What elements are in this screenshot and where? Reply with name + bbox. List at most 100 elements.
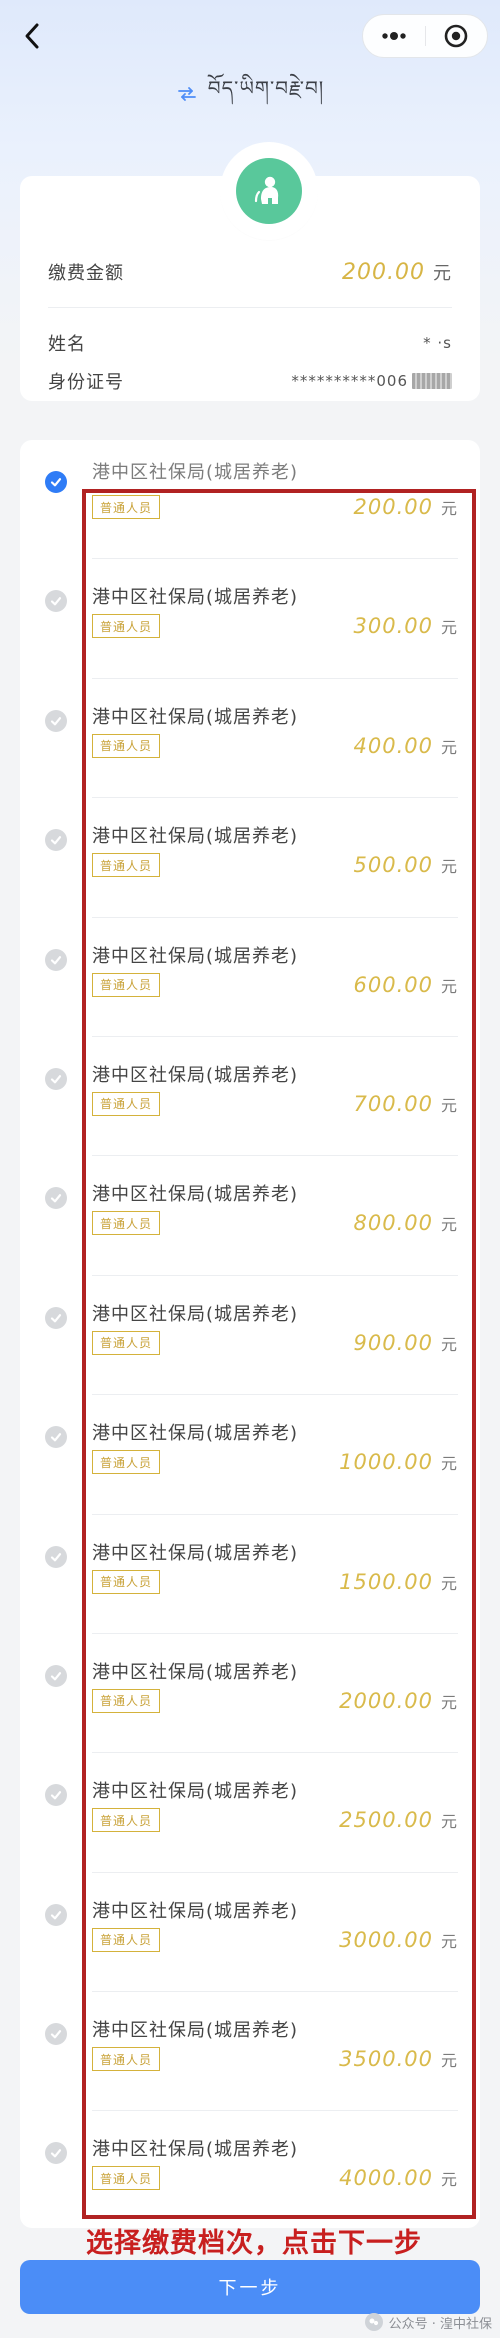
option-amount-number: 4000.00: [339, 2166, 433, 2191]
option-title: 港中区社保局(城居养老): [92, 945, 299, 967]
option-amount-number: 700.00: [353, 1091, 433, 1116]
option-title: 港中区社保局(城居养老): [92, 1661, 299, 1683]
option-amount-number: 500.00: [353, 853, 433, 878]
check-icon: [45, 709, 67, 732]
payment-option-item[interactable]: 港中区社保局(城居养老) 普通人员 3500.00 元: [20, 1992, 480, 2112]
option-title: 港中区社保局(城居养老): [92, 1781, 299, 1803]
option-content: 港中区社保局(城居养老) 普通人员 300.00 元: [92, 559, 459, 680]
option-title: 港中区社保局(城居养老): [92, 1900, 299, 1922]
option-amount-unit: 元: [440, 737, 458, 757]
payment-option-item[interactable]: 港中区社保局(城居养老) 普通人员 800.00 元: [20, 1156, 480, 1277]
option-content: 港中区社保局(城居养老) 普通人员 3000.00 元: [92, 1873, 458, 1993]
personnel-type-tag: 普通人员: [92, 1569, 161, 1594]
option-title: 港中区社保局(城居养老): [92, 2139, 299, 2161]
option-amount-unit: 元: [440, 499, 458, 518]
option-content: 港中区社保局(城居养老) 普通人员 2000.00 元: [92, 1634, 458, 1754]
elderly-person-icon: [236, 158, 302, 224]
target-icon: [444, 24, 468, 48]
option-amount-number: 800.00: [353, 1211, 433, 1236]
option-amount-unit: 元: [440, 2051, 458, 2071]
payment-amount-row: 缴费金额 200.00 元: [48, 242, 452, 302]
payment-summary-card: 缴费金额 200.00 元 姓名 * ·s 身份证号 **********006: [20, 142, 480, 401]
masked-id-block: [412, 373, 452, 389]
check-icon: [45, 1067, 67, 1090]
option-content: 港中区社保局(城居养老) 普通人员 1000.00 元: [92, 1395, 458, 1515]
option-amount-number: 300.00: [353, 614, 433, 639]
check-icon: [45, 829, 67, 852]
personnel-type-tag: 普通人员: [92, 2047, 161, 2072]
next-step-button[interactable]: 下一步: [20, 2260, 480, 2314]
option-content: 港中区社保局(城居养老) 普通人员 800.00 元: [92, 1156, 459, 1277]
option-amount-unit: 元: [440, 1931, 458, 1951]
option-amount-unit: 元: [440, 1215, 458, 1235]
payment-option-item[interactable]: 港中区社保局(城居养老) 普通人员 2500.00 元: [20, 1753, 480, 1874]
mini-program-capsule: [362, 14, 488, 58]
check-icon: [45, 471, 67, 493]
payment-option-item[interactable]: 港中区社保局(城居养老) 普通人员 600.00 元: [20, 918, 480, 1038]
payment-option-item[interactable]: 港中区社保局(城居养老) 普通人员 1000.00 元: [20, 1395, 480, 1515]
personnel-type-tag: 普通人员: [92, 1091, 161, 1116]
option-amount-unit: 元: [440, 976, 458, 996]
option-content: 港中区社保局(城居养老) 普通人员 600.00 元: [92, 918, 458, 1038]
check-icon: [45, 948, 67, 971]
option-title: 港中区社保局(城居养老): [92, 706, 299, 728]
close-mini-program-button[interactable]: [426, 15, 488, 57]
option-amount: 500.00 元: [354, 853, 459, 877]
option-amount-number: 200.00: [353, 495, 433, 519]
personnel-type-tag: 普通人员: [92, 733, 161, 758]
option-amount-number: 2500.00: [339, 1808, 433, 1833]
payment-option-item[interactable]: 港中区社保局(城居养老) 普通人员 300.00 元: [20, 559, 480, 680]
wechat-icon: [364, 2313, 383, 2331]
summary-divider: [48, 307, 452, 308]
option-amount-number: 3000.00: [339, 1927, 433, 1952]
payment-option-item[interactable]: 港中区社保局(城居养老) 普通人员 700.00 元: [20, 1037, 480, 1157]
option-amount: 200.00 元: [354, 495, 459, 519]
option-amount-number: 1500.00: [339, 1569, 433, 1594]
option-content: 港中区社保局(城居养老) 普通人员 700.00 元: [92, 1037, 459, 1157]
option-amount: 2000.00 元: [339, 1689, 458, 1713]
payment-option-item[interactable]: 港中区社保局(城居养老) 普通人员 400.00 元: [20, 679, 480, 799]
personnel-type-tag: 普通人员: [92, 495, 161, 519]
personnel-type-tag: 普通人员: [92, 853, 161, 878]
option-amount: 300.00 元: [354, 614, 459, 638]
option-amount-unit: 元: [440, 857, 458, 877]
personnel-type-tag: 普通人员: [92, 614, 161, 639]
id-number-label: 身份证号: [48, 372, 124, 393]
option-content: 港中区社保局(城居养老) 普通人员 3500.00 元: [92, 1992, 458, 2112]
id-number-text: **********006: [291, 372, 408, 390]
check-icon: [45, 1664, 67, 1687]
swap-icon: [176, 83, 198, 105]
back-button[interactable]: [12, 16, 52, 56]
payment-option-item[interactable]: 港中区社保局(城居养老) 普通人员 4000.00 元: [20, 2111, 480, 2228]
payment-option-list: 港中区社保局(城居养老) 普通人员 200.00 元港中区社保局(城居养老) 普通人员 3…: [20, 440, 480, 2228]
payment-option-item[interactable]: 港中区社保局(城居养老) 普通人员 200.00 元: [20, 440, 480, 560]
option-amount-unit: 元: [440, 1454, 458, 1474]
id-number-value: **********006: [291, 372, 452, 390]
option-amount-number: 600.00: [353, 972, 433, 997]
more-icon: [382, 32, 406, 40]
option-amount: 4000.00 元: [339, 2166, 458, 2190]
language-switch[interactable]: བོད་ཡིག་བརྗེ་བ།: [0, 66, 500, 122]
option-content: 港中区社保局(城居养老) 普通人员 900.00 元: [92, 1276, 458, 1396]
option-amount: 800.00 元: [354, 1211, 459, 1235]
back-arrow-icon: [25, 23, 39, 49]
payment-option-item[interactable]: 港中区社保局(城居养老) 普通人员 900.00 元: [20, 1276, 480, 1396]
payment-option-item[interactable]: 港中区社保局(城居养老) 普通人员 1500.00 元: [20, 1515, 480, 1635]
language-label: བོད་ཡིག་བརྗེ་བ།: [207, 76, 325, 100]
payment-option-item[interactable]: 港中区社保局(城居养老) 普通人员 2000.00 元: [20, 1634, 480, 1754]
option-amount-number: 900.00: [353, 1330, 433, 1355]
personnel-type-tag: 普通人员: [92, 1927, 161, 1952]
more-button[interactable]: [363, 15, 425, 57]
payment-option-item[interactable]: 港中区社保局(城居养老) 普通人员 500.00 元: [20, 798, 480, 918]
name-row: 姓名 * ·s: [48, 326, 452, 360]
payment-amount-unit: 元: [433, 263, 452, 284]
check-icon: [45, 1426, 67, 1449]
check-icon: [45, 1187, 67, 1210]
option-amount-unit: 元: [440, 1095, 458, 1115]
watermark-text: 公众号 · 湟中社保: [388, 2316, 492, 2332]
option-amount-number: 1000.00: [339, 1450, 433, 1475]
personnel-type-tag: 普通人员: [92, 1330, 161, 1355]
option-amount: 700.00 元: [354, 1092, 459, 1116]
option-amount-unit: 元: [440, 1334, 458, 1354]
payment-option-item[interactable]: 港中区社保局(城居养老) 普通人员 3000.00 元: [20, 1873, 480, 1993]
